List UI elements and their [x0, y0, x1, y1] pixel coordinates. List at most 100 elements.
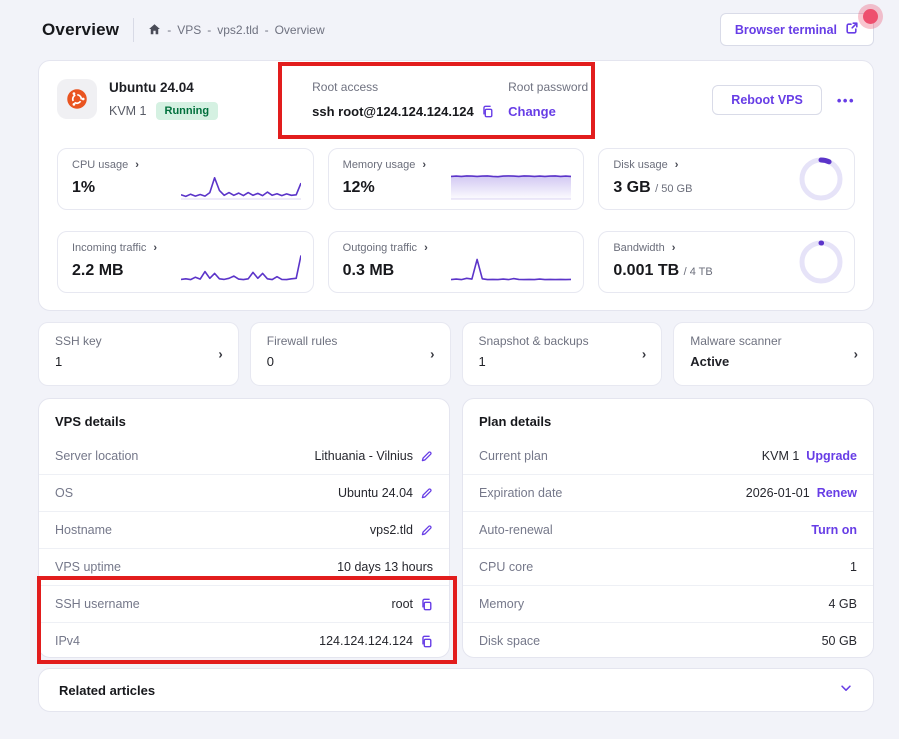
chevron-right-icon: ›	[854, 347, 858, 362]
stat-label: Incoming traffic	[72, 242, 146, 254]
disk-usage-total: / 50 GB	[655, 183, 692, 195]
copy-icon[interactable]	[420, 635, 433, 648]
breadcrumb-sep: -	[207, 23, 211, 37]
quick-card-snapshot-backups[interactable]: Snapshot & backups 1 ›	[462, 322, 663, 386]
root-password-section: Root password Change	[508, 76, 588, 119]
ubuntu-logo-icon	[57, 79, 97, 119]
stat-label: Outgoing traffic	[343, 242, 417, 254]
main-content: Ubuntu 24.04 KVM 1 Running Root access s…	[38, 60, 874, 712]
detail-row-ipv4: IPv4 124.124.124.124	[39, 622, 449, 658]
renew-link[interactable]: Renew	[817, 486, 857, 500]
stat-card-disk-usage[interactable]: Disk usage› 3 GB / 50 GB	[598, 148, 855, 210]
breadcrumb-item-page: Overview	[275, 23, 325, 37]
server-header-row: Ubuntu 24.04 KVM 1 Running Root access s…	[57, 76, 855, 136]
page-title: Overview	[42, 20, 119, 40]
vps-overview-page: Overview - VPS - vps2.tld - Overview Bro…	[0, 0, 899, 739]
status-badge: Running	[156, 102, 219, 120]
stat-card-cpu-usage[interactable]: CPU usage› 1%	[57, 148, 314, 210]
related-articles-card[interactable]: Related articles	[38, 668, 874, 712]
quick-card-firewall-rules[interactable]: Firewall rules 0 ›	[250, 322, 451, 386]
chevron-right-icon: ›	[218, 347, 222, 362]
stat-card-bandwidth[interactable]: Bandwidth› 0.001 TB / 4 TB	[598, 231, 855, 293]
quick-card-value: Active	[690, 354, 857, 369]
bandwidth-ring	[798, 239, 844, 285]
detail-row-vps-uptime: VPS uptime 10 days 13 hours	[39, 548, 449, 585]
root-access-section: Root access ssh root@124.124.124.124	[312, 76, 490, 119]
copy-icon[interactable]	[420, 598, 433, 611]
root-access-label: Root access	[312, 80, 490, 94]
stat-label: CPU usage	[72, 159, 128, 171]
quick-card-label: Malware scanner	[690, 334, 857, 348]
disk-usage-ring	[798, 156, 844, 202]
quick-links-row: SSH key 1 › Firewall rules 0 › Snapshot …	[38, 322, 874, 386]
more-options-icon[interactable]: •••	[837, 93, 855, 108]
browser-terminal-label: Browser terminal	[735, 23, 837, 37]
browser-terminal-button[interactable]: Browser terminal	[720, 13, 874, 46]
breadcrumb-sep: -	[265, 23, 269, 37]
outgoing-traffic-sparkline	[451, 249, 571, 283]
server-plan-name: KVM 1	[109, 104, 147, 118]
detail-row-expiration-date: Expiration date 2026-01-01 Renew	[463, 474, 873, 511]
cpu-usage-sparkline	[181, 166, 301, 200]
server-card: Ubuntu 24.04 KVM 1 Running Root access s…	[38, 60, 874, 311]
vps-details-title: VPS details	[39, 399, 449, 438]
breadcrumb: - VPS - vps2.tld - Overview	[148, 23, 324, 37]
quick-card-ssh-key[interactable]: SSH key 1 ›	[38, 322, 239, 386]
incoming-traffic-sparkline	[181, 249, 301, 283]
chevron-right-icon: ›	[424, 243, 428, 254]
stat-card-incoming-traffic[interactable]: Incoming traffic› 2.2 MB	[57, 231, 314, 293]
breadcrumb-item-host[interactable]: vps2.tld	[217, 23, 258, 37]
turn-on-link[interactable]: Turn on	[811, 523, 857, 537]
root-password-label: Root password	[508, 80, 588, 94]
upgrade-link[interactable]: Upgrade	[806, 449, 857, 463]
quick-card-label: Snapshot & backups	[479, 334, 646, 348]
details-row: VPS details Server location Lithuania - …	[38, 398, 874, 658]
chevron-down-icon[interactable]	[839, 681, 853, 700]
related-articles-title: Related articles	[59, 683, 155, 698]
edit-icon[interactable]	[420, 450, 433, 463]
chevron-right-icon: ›	[430, 347, 434, 362]
quick-card-value: 0	[267, 354, 434, 369]
stat-card-memory-usage[interactable]: Memory usage› 12%	[328, 148, 585, 210]
plan-details-card: Plan details Current plan KVM 1 Upgrade …	[462, 398, 874, 658]
chevron-right-icon: ›	[153, 243, 157, 254]
detail-row-memory: Memory 4 GB	[463, 585, 873, 622]
stat-label: Disk usage	[613, 159, 667, 171]
detail-row-os: OS Ubuntu 24.04	[39, 474, 449, 511]
top-bar: Overview - VPS - vps2.tld - Overview Bro…	[42, 13, 874, 46]
edit-icon[interactable]	[420, 487, 433, 500]
chevron-right-icon: ›	[672, 243, 676, 254]
title-divider	[133, 18, 134, 42]
copy-icon[interactable]	[481, 105, 494, 118]
detail-row-disk-space: Disk space 50 GB	[463, 622, 873, 658]
detail-row-cpu-core: CPU core 1	[463, 548, 873, 585]
server-os-name: Ubuntu 24.04	[109, 80, 218, 95]
external-link-icon	[845, 21, 859, 38]
chevron-right-icon: ›	[422, 160, 426, 171]
quick-card-value: 1	[55, 354, 222, 369]
memory-usage-sparkline	[451, 166, 571, 200]
quick-card-label: SSH key	[55, 334, 222, 348]
stat-label: Bandwidth	[613, 242, 664, 254]
stat-label: Memory usage	[343, 159, 416, 171]
plan-details-title: Plan details	[463, 399, 873, 438]
chevron-right-icon: ›	[675, 160, 679, 171]
detail-row-current-plan: Current plan KVM 1 Upgrade	[463, 438, 873, 474]
quick-card-malware-scanner[interactable]: Malware scanner Active ›	[673, 322, 874, 386]
detail-row-ssh-username: SSH username root	[39, 585, 449, 622]
edit-icon[interactable]	[420, 524, 433, 537]
stats-grid: CPU usage› 1% Memory usage› 12% Disk usa…	[57, 148, 855, 293]
chevron-right-icon: ›	[135, 160, 139, 171]
reboot-vps-button[interactable]: Reboot VPS	[712, 85, 822, 115]
server-names: Ubuntu 24.04 KVM 1 Running	[109, 80, 218, 120]
breadcrumb-item-vps[interactable]: VPS	[177, 23, 201, 37]
quick-card-value: 1	[479, 354, 646, 369]
home-icon[interactable]	[148, 23, 161, 36]
vps-details-card: VPS details Server location Lithuania - …	[38, 398, 450, 658]
bandwidth-total: / 4 TB	[684, 266, 713, 278]
chevron-right-icon: ›	[642, 347, 646, 362]
detail-row-auto-renewal: Auto-renewal Turn on	[463, 511, 873, 548]
change-password-link[interactable]: Change	[508, 104, 588, 119]
detail-row-hostname: Hostname vps2.tld	[39, 511, 449, 548]
stat-card-outgoing-traffic[interactable]: Outgoing traffic› 0.3 MB	[328, 231, 585, 293]
